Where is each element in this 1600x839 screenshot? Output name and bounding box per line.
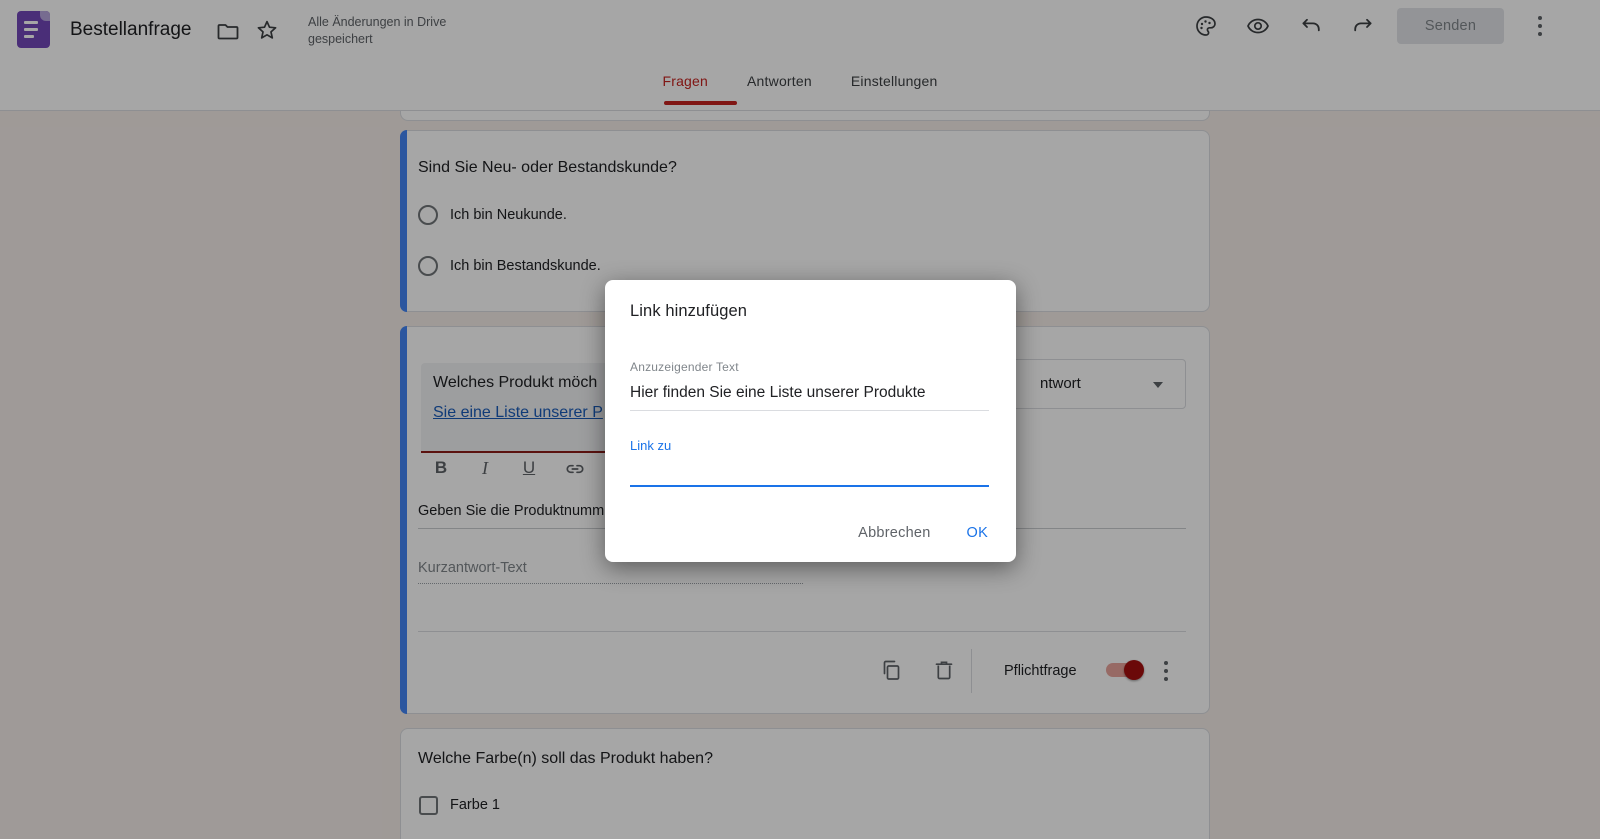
link-to-label: Link zu [630,438,672,453]
display-text-underline [630,410,989,411]
dialog-title: Link hinzufügen [630,302,748,320]
dialog-actions: Abbrechen OK [844,516,1002,550]
ok-button[interactable]: OK [953,516,1002,550]
google-forms-editor: Bestellanfrage Alle Änderungen in Drive … [0,0,1600,839]
add-link-dialog: Link hinzufügen Anzuzeigender Text Link … [605,280,1016,562]
link-to-input[interactable] [630,458,989,484]
cancel-button[interactable]: Abbrechen [844,516,944,550]
display-text-label: Anzuzeigender Text [630,360,739,374]
link-to-focus-underline [630,485,989,487]
display-text-input[interactable] [630,380,989,406]
